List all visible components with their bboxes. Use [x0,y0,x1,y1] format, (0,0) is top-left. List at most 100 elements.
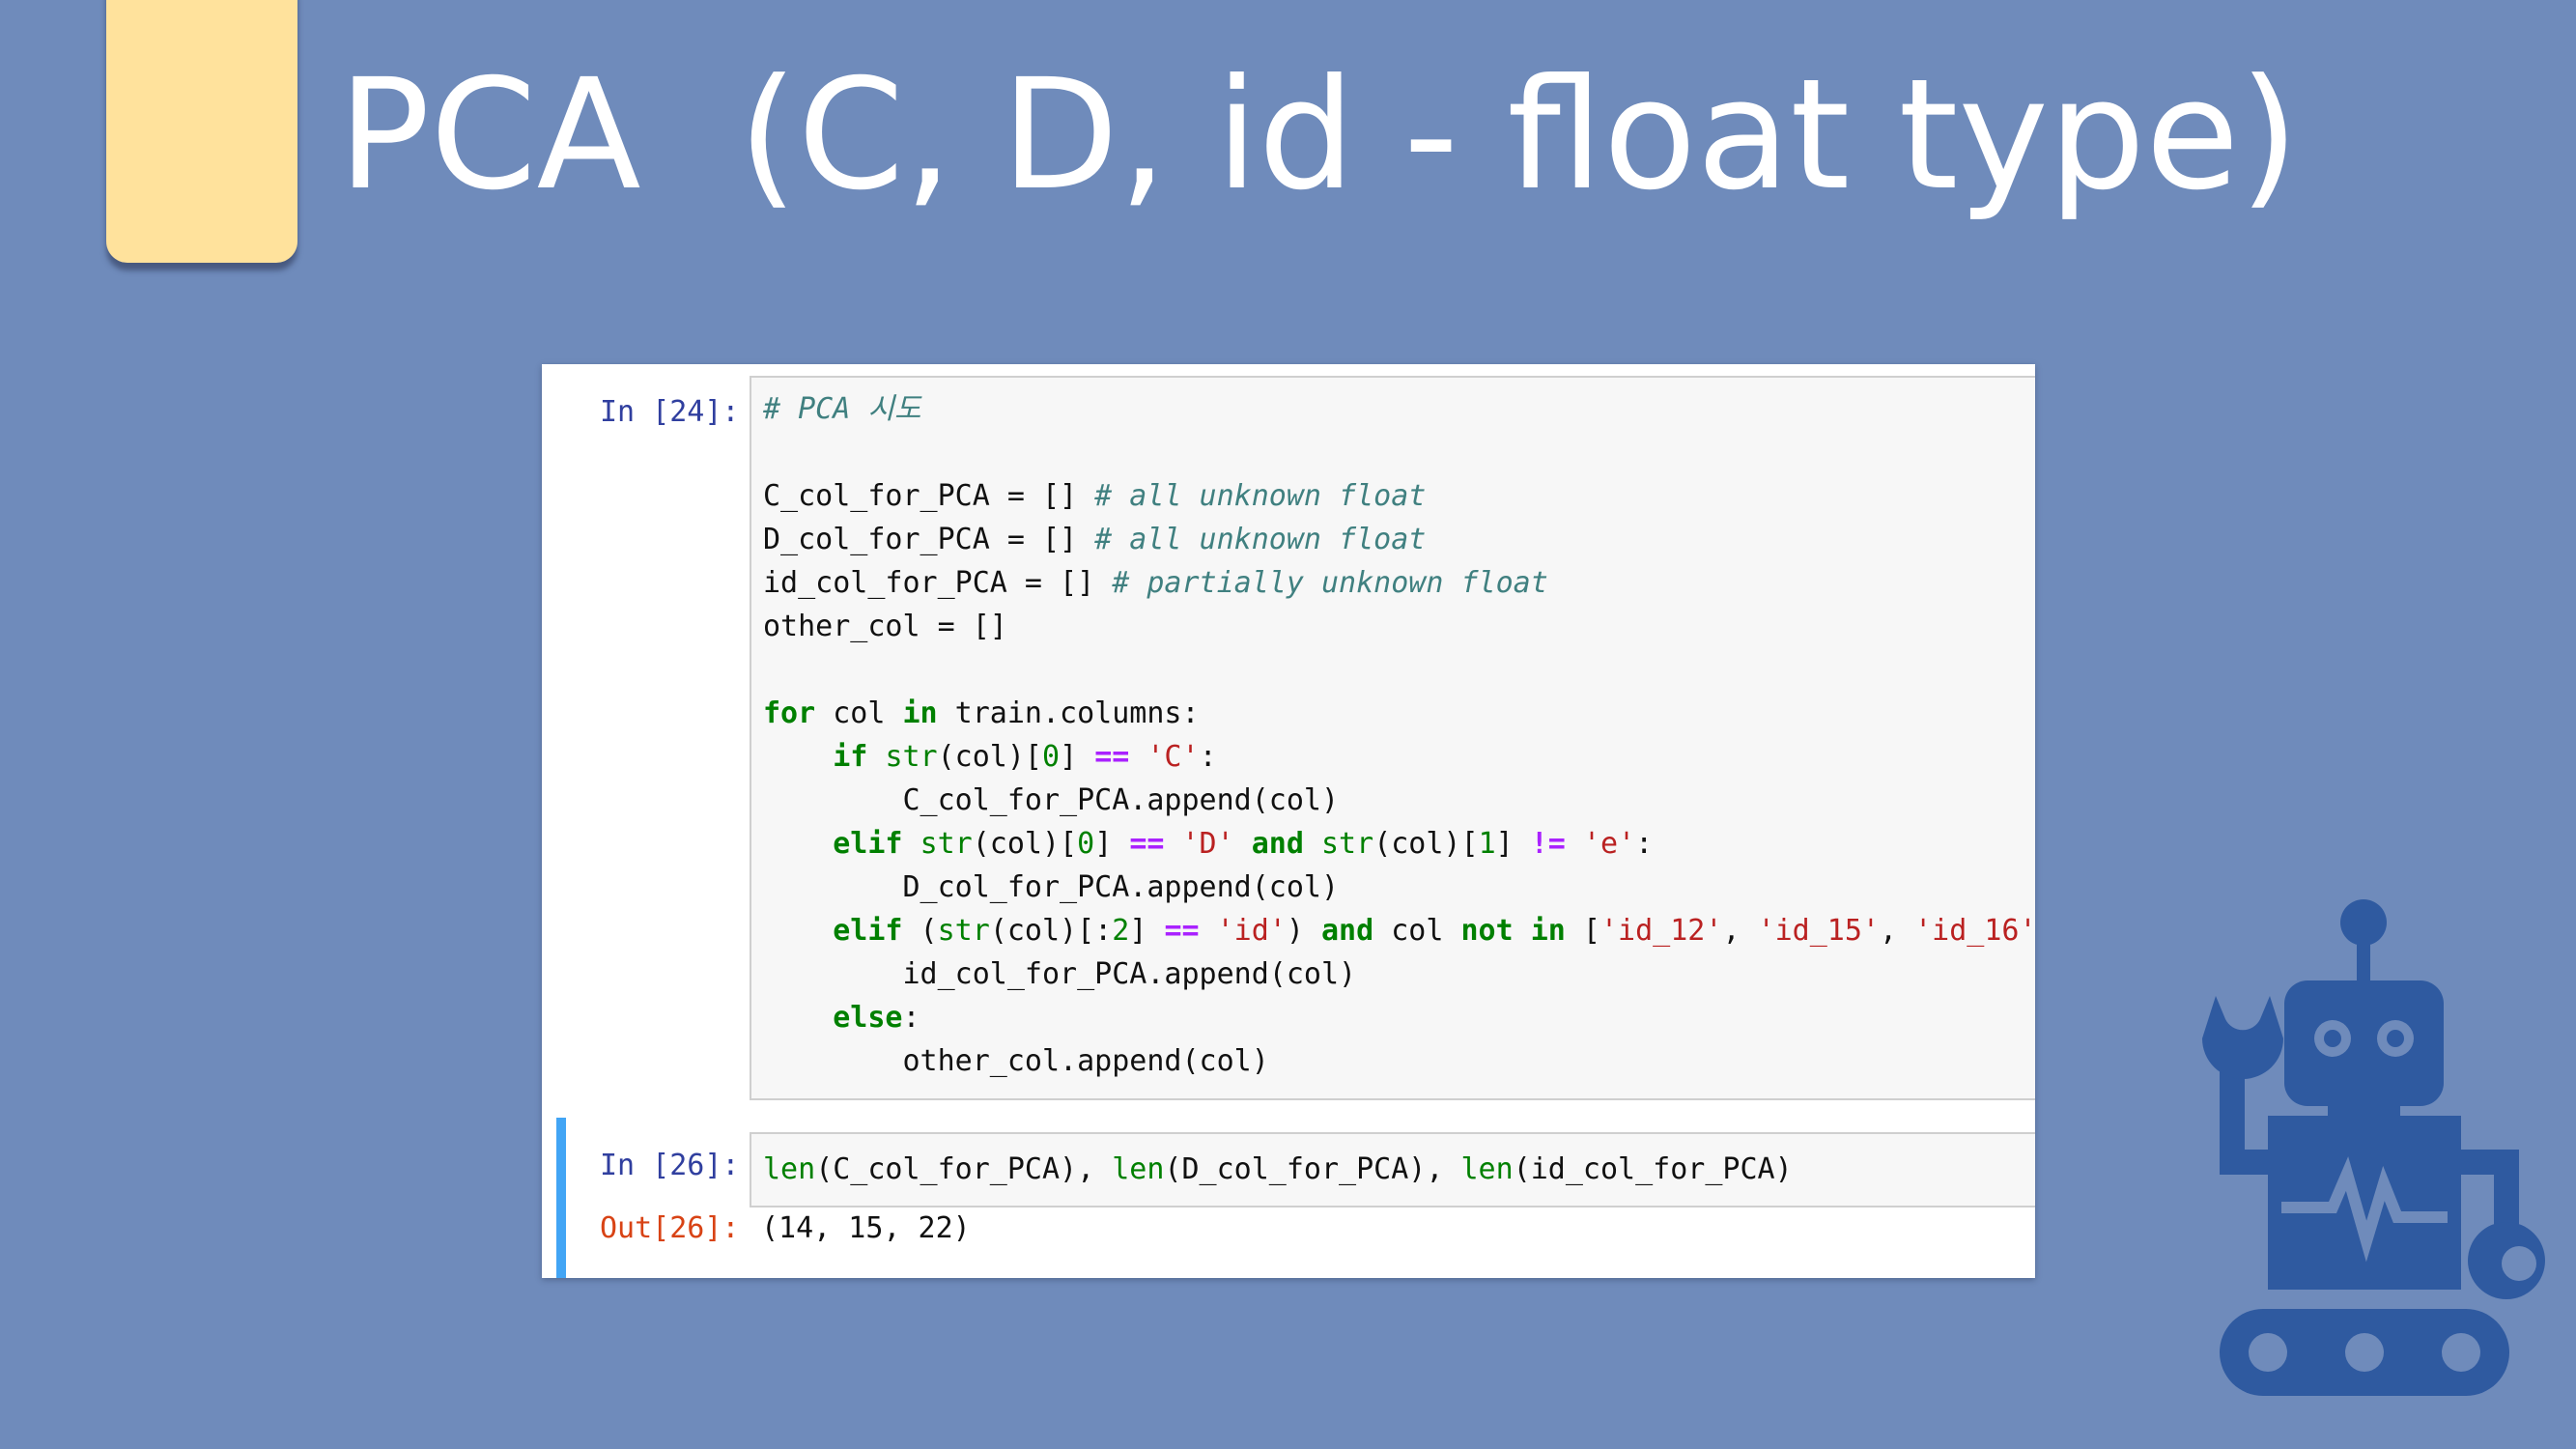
code-token: other_col.append(col) [763,1044,1269,1078]
code-line: len(C_col_for_PCA), len(D_col_for_PCA), … [763,1148,2035,1191]
code-token: # PCA 시도 [763,392,921,426]
code-line: D_col_for_PCA.append(col) [763,866,2035,909]
code-line: C_col_for_PCA.append(col) [763,779,2035,822]
code-token: elif [833,914,903,948]
code-token: ] [1129,914,1165,948]
code-token: and [1251,827,1304,861]
code-token: # partially unknown float [1112,566,1548,600]
code-token: 0 [1077,827,1095,861]
code-input-area[interactable]: len(C_col_for_PCA), len(D_col_for_PCA), … [750,1132,2035,1208]
code-token: == [1129,827,1165,861]
code-token: (col)[: [989,914,1113,948]
code-input-area[interactable]: # PCA 시도 C_col_for_PCA = [] # all unknown… [750,376,2035,1100]
code-line: else: [763,996,2035,1039]
code-token: 'C' [1146,740,1200,774]
code-token: ] [1060,740,1095,774]
code-token: C_col_for_PCA = [] [763,479,1095,513]
code-line: id_col_for_PCA = [] # partially unknown … [763,561,2035,605]
code-token: id_col_for_PCA.append(col) [763,957,1357,991]
slide-title: PCA (C, D, id - float type) [338,46,2300,224]
code-line: D_col_for_PCA = [] # all unknown float [763,518,2035,561]
code-token: (col)[ [937,740,1042,774]
code-line: elif str(col)[0] == 'D' and str(col)[1] … [763,822,2035,866]
code-token: col [815,696,903,730]
code-token: [ [1565,914,1600,948]
code-token: id_col_for_PCA = [] [763,566,1113,600]
code-token: (C_col_for_PCA), [815,1152,1113,1186]
code-token: , [1880,914,1915,948]
code-token: and [1321,914,1374,948]
code-token: if [833,740,868,774]
code-token: 'id_12' [1600,914,1723,948]
code-token: : [902,1001,920,1035]
code-token: # all unknown float [1094,479,1427,513]
code-token: 2 [1112,914,1130,948]
code-token: 'id' [1216,914,1287,948]
code-token: in [1530,914,1566,948]
code-token: 'id_15' [1757,914,1880,948]
code-token: == [1094,740,1130,774]
code-token: ] [1094,827,1130,861]
code-token: 1 [1478,827,1496,861]
code-token: ) [1286,914,1321,948]
code-token: str [920,827,973,861]
input-prompt: In [24]: [600,395,740,429]
code-token: D_col_for_PCA = [] [763,523,1095,556]
code-token: == [1164,914,1200,948]
code-token: len [1112,1152,1165,1186]
code-token: ( [902,914,938,948]
code-lines: # PCA 시도 C_col_for_PCA = [] # all unknown… [763,387,2035,1083]
code-token: (D_col_for_PCA), [1164,1152,1461,1186]
code-token: 0 [1042,740,1061,774]
code-line: C_col_for_PCA = [] # all unknown float [763,474,2035,518]
code-token: len [1460,1152,1514,1186]
code-token: str [1321,827,1374,861]
code-line: other_col.append(col) [763,1039,2035,1083]
code-token: elif [833,827,903,861]
code-token: str [937,914,990,948]
code-token: : [1635,827,1654,861]
code-cell-26[interactable]: In [26]: len(C_col_for_PCA), len(D_col_f… [556,1118,2035,1278]
code-token: C_col_for_PCA.append(col) [763,783,1340,817]
code-line: id_col_for_PCA.append(col) [763,952,2035,996]
code-token: other_col = [] [763,610,1007,643]
code-line: elif (str(col)[:2] == 'id') and col not … [763,909,2035,952]
code-token: 'id_16' [1914,914,2035,948]
code-token: (col)[ [972,827,1078,861]
output-prompt: Out[26]: [600,1211,740,1245]
code-token: : [1199,740,1217,774]
code-cell-24[interactable]: In [24]: # PCA 시도 C_col_for_PCA = [] # al… [542,364,2035,1105]
code-token: ] [1495,827,1531,861]
code-token: (col)[ [1373,827,1479,861]
code-token: != [1530,827,1566,861]
code-token: (id_col_for_PCA) [1513,1152,1793,1186]
code-line: other_col = [] [763,605,2035,648]
code-token: else [833,1001,903,1035]
code-token: 'D' [1181,827,1234,861]
cell-output: (14, 15, 22) [761,1211,971,1245]
code-token: not [1460,914,1514,948]
code-line: len(C_col_for_PCA), len(D_col_for_PCA), … [763,1148,2035,1191]
code-token: # all unknown float [1094,523,1427,556]
code-token: len [763,1152,816,1186]
code-token: col [1373,914,1461,948]
code-token: in [902,696,938,730]
code-token: str [885,740,938,774]
robot-icon [2202,899,2545,1396]
code-line: # PCA 시도 [763,387,2035,431]
code-token: train.columns: [937,696,1200,730]
code-line: if str(col)[0] == 'C': [763,735,2035,779]
